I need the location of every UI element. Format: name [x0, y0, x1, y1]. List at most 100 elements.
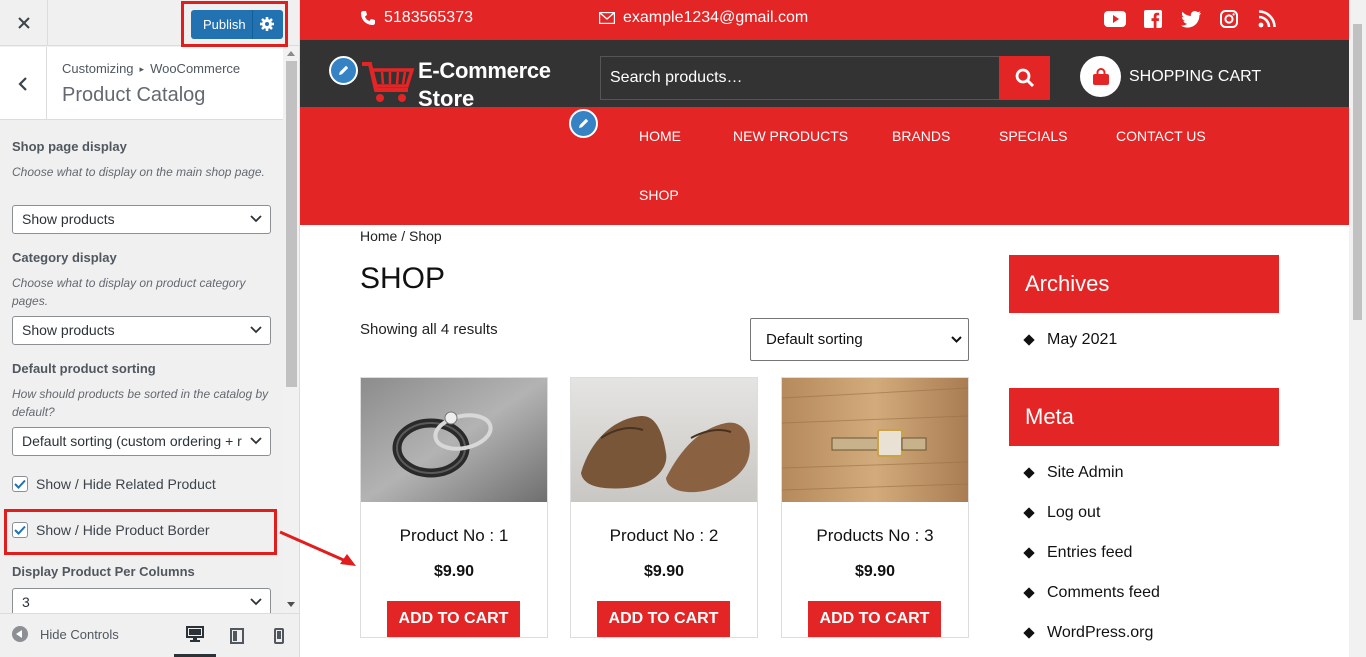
page-title: SHOP — [360, 262, 446, 295]
default-sorting-select[interactable]: Default sorting (custom ordering + r — [12, 427, 271, 456]
archive-link[interactable]: May 2021 — [1023, 331, 1117, 349]
meta-link-entries-feed[interactable]: Entries feed — [1023, 544, 1133, 562]
gear-icon[interactable] — [259, 16, 275, 32]
preview-scrollbar[interactable] — [1349, 0, 1366, 657]
sorting-value: Default sorting — [766, 331, 863, 348]
chevron-down-icon — [250, 215, 262, 223]
crumb-parent: WooCommerce — [150, 61, 241, 76]
preview-desktop-button[interactable] — [174, 614, 216, 657]
customizer-header: Publish — [0, 0, 299, 47]
chevron-down-icon — [250, 437, 262, 445]
youtube-icon[interactable] — [1103, 8, 1127, 30]
shop-page-display-select[interactable]: Show products — [12, 205, 271, 234]
cart-logo-icon — [362, 62, 415, 102]
nav-shop[interactable]: SHOP — [639, 187, 679, 203]
twitter-icon[interactable] — [1179, 8, 1203, 30]
edit-logo-shortcut[interactable] — [329, 56, 358, 85]
nav-home[interactable]: HOME — [639, 128, 681, 144]
product-price: $9.90 — [643, 563, 685, 580]
meta-link-wordpress-org[interactable]: WordPress.org — [1023, 624, 1154, 642]
phone-number: 5183565373 — [384, 9, 473, 26]
meta-link-label: Entries feed — [1047, 544, 1133, 561]
customizer-sidebar: Publish Customizing ▸ WooCommerce Produc… — [0, 0, 300, 657]
category-display-desc: Choose what to display on product catego… — [12, 276, 246, 308]
sorting-select[interactable]: Default sorting — [750, 318, 969, 361]
site-logo[interactable]: E-Commerce Store — [360, 54, 575, 111]
related-product-toggle[interactable]: Show / Hide Related Product — [12, 474, 216, 494]
add-to-cart-button[interactable]: ADD TO CART — [808, 601, 941, 637]
nav-specials[interactable]: SPECIALS — [999, 128, 1067, 144]
hide-controls-button[interactable]: Hide Controls — [12, 626, 119, 642]
related-product-checkbox[interactable] — [12, 476, 28, 492]
publish-highlight: Publish — [181, 1, 288, 47]
meta-link-label: WordPress.org — [1047, 624, 1154, 641]
product-image-watch[interactable] — [782, 378, 968, 502]
checkmark-icon — [14, 525, 26, 535]
product-border-label: Show / Hide Product Border — [36, 522, 210, 538]
product-card: Products No : 3 $9.90 ADD TO CART — [781, 377, 969, 638]
pencil-icon — [339, 65, 349, 75]
add-to-cart-button[interactable]: ADD TO CART — [597, 601, 730, 637]
publish-divider — [252, 10, 253, 39]
search-icon — [1015, 68, 1034, 88]
header-bar: E-Commerce Store Search products… SHOPPI… — [300, 40, 1349, 111]
nav-contact-us[interactable]: CONTACT US — [1116, 128, 1206, 144]
preview-tablet-button[interactable] — [216, 614, 258, 657]
instagram-icon[interactable] — [1217, 8, 1241, 30]
bullet-icon — [1023, 467, 1035, 479]
pencil-icon — [579, 118, 589, 128]
product-name[interactable]: Product No : 1 — [361, 526, 547, 546]
meta-link-site-admin[interactable]: Site Admin — [1023, 464, 1124, 482]
rss-icon[interactable] — [1255, 8, 1279, 30]
meta-link-label: Log out — [1047, 504, 1101, 521]
product-price: $9.90 — [433, 563, 475, 580]
desktop-icon — [186, 626, 204, 642]
section-title-bar: Customizing ▸ WooCommerce Product Catalog — [0, 47, 283, 120]
per-columns-select[interactable]: 3 — [12, 588, 271, 613]
product-name[interactable]: Products No : 3 — [782, 526, 968, 546]
breadcrumb: Home / Shop — [360, 228, 442, 244]
shopping-cart-link[interactable]: SHOPPING CART — [1080, 56, 1261, 97]
search-input[interactable]: Search products… — [600, 56, 1000, 100]
meta-link-label: Site Admin — [1047, 464, 1124, 481]
checkmark-icon — [14, 479, 26, 489]
publish-button[interactable]: Publish — [191, 10, 283, 39]
preview-mobile-button[interactable] — [258, 614, 299, 657]
meta-link-comments-feed[interactable]: Comments feed — [1023, 584, 1160, 602]
scroll-down-icon[interactable] — [287, 602, 295, 607]
category-display-value: Show products — [22, 322, 115, 338]
default-sorting-desc: How should products be sorted in the cat… — [12, 387, 269, 419]
add-to-cart-button[interactable]: ADD TO CART — [387, 601, 520, 637]
bullet-icon — [1023, 627, 1035, 639]
back-button[interactable] — [0, 47, 47, 120]
phone-icon — [361, 11, 375, 25]
product-image-shoes[interactable] — [571, 378, 757, 502]
product-price: $9.90 — [854, 563, 896, 580]
archives-widget-title: Archives — [1009, 255, 1279, 313]
search-button[interactable] — [999, 56, 1050, 100]
crumb-separator-icon: ▸ — [139, 64, 145, 74]
facebook-icon[interactable] — [1141, 8, 1165, 30]
scrollbar-thumb[interactable] — [1353, 24, 1362, 320]
product-border-toggle[interactable]: Show / Hide Product Border — [12, 520, 210, 540]
product-name[interactable]: Product No : 2 — [571, 526, 757, 546]
shopping-cart-label: SHOPPING CART — [1129, 67, 1262, 85]
scroll-up-icon[interactable] — [287, 51, 295, 56]
shop-page-display-title: Shop page display — [12, 139, 127, 154]
related-product-label: Show / Hide Related Product — [36, 476, 216, 492]
product-image-rings[interactable] — [361, 378, 547, 502]
nav-brands[interactable]: BRANDS — [892, 128, 950, 144]
default-sorting-title: Default product sorting — [12, 361, 156, 376]
chevron-down-icon — [250, 598, 262, 606]
product-card: Product No : 2 $9.90 ADD TO CART — [570, 377, 758, 638]
nav-new-products[interactable]: NEW PRODUCTS — [733, 128, 848, 144]
edit-menu-shortcut[interactable] — [569, 109, 598, 138]
category-display-select[interactable]: Show products — [12, 316, 271, 345]
default-sorting-value: Default sorting (custom ordering + r — [22, 433, 242, 449]
meta-link-log-out[interactable]: Log out — [1023, 504, 1101, 522]
scrollbar-thumb[interactable] — [286, 61, 297, 387]
customizer-breadcrumb: Customizing ▸ WooCommerce — [62, 61, 240, 76]
main-navigation: HOME NEW PRODUCTS BRANDS SPECIALS CONTAC… — [300, 107, 1349, 225]
close-customizer-button[interactable] — [0, 0, 48, 46]
product-border-checkbox[interactable] — [12, 522, 28, 538]
